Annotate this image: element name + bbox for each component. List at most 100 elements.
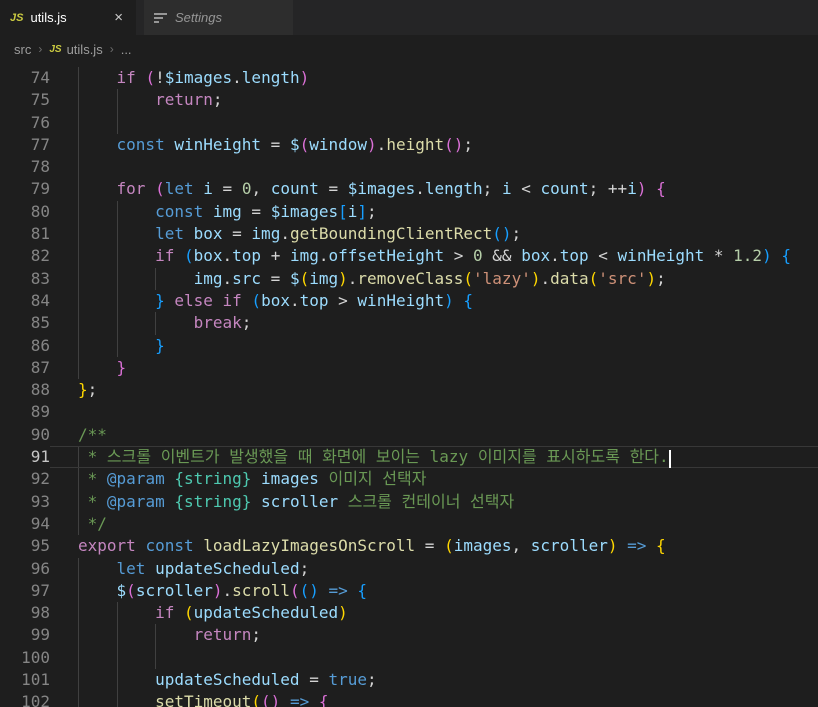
code-token: $ — [290, 135, 300, 154]
code-line[interactable]: 78 — [0, 156, 818, 178]
line-number[interactable]: 83 — [0, 268, 50, 290]
code-line-content: const img = $images[i]; — [50, 201, 818, 223]
indent-guide — [78, 156, 79, 178]
breadcrumb-item-symbol-more[interactable]: ... — [121, 42, 132, 57]
line-number[interactable]: 76 — [0, 112, 50, 134]
line-number[interactable]: 99 — [0, 624, 50, 646]
code-line[interactable]: 101 updateScheduled = true; — [0, 669, 818, 691]
code-token: = — [261, 135, 290, 154]
line-number[interactable]: 90 — [0, 424, 50, 446]
code-editor[interactable]: 74 if (!$images.length)75 return;7677 co… — [0, 63, 818, 707]
code-token: ( — [589, 269, 599, 288]
line-number[interactable]: 74 — [0, 67, 50, 89]
indent-guide — [78, 290, 79, 312]
tab-title: Settings — [175, 10, 222, 25]
tab-close-icon[interactable]: × — [111, 8, 126, 27]
tab-utils-js[interactable]: JS utils.js × — [0, 0, 136, 35]
line-number[interactable]: 78 — [0, 156, 50, 178]
code-line[interactable]: 87 } — [0, 357, 818, 379]
code-line-content: * 스크롤 이벤트가 발생했을 때 화면에 보이는 lazy 이미지를 표시하도… — [50, 446, 818, 468]
line-number[interactable]: 84 — [0, 290, 50, 312]
tab-divider — [136, 0, 144, 35]
code-token — [165, 135, 175, 154]
line-number[interactable]: 88 — [0, 379, 50, 401]
code-line[interactable]: 81 let box = img.getBoundingClientRect()… — [0, 223, 818, 245]
code-line[interactable]: 98 if (updateScheduled) — [0, 602, 818, 624]
code-token: scroll — [232, 581, 290, 600]
line-number[interactable]: 81 — [0, 223, 50, 245]
code-line[interactable]: 86 } — [0, 335, 818, 357]
indent-guide — [117, 268, 118, 290]
line-number[interactable]: 101 — [0, 669, 50, 691]
code-token: { — [319, 692, 329, 707]
code-line-content: }; — [50, 379, 818, 401]
line-number[interactable]: 79 — [0, 178, 50, 200]
code-token: img — [213, 202, 242, 221]
code-line[interactable]: 91 * 스크롤 이벤트가 발생했을 때 화면에 보이는 lazy 이미지를 표… — [0, 446, 818, 468]
line-number[interactable]: 102 — [0, 691, 50, 707]
code-line[interactable]: 99 return; — [0, 624, 818, 646]
code-line[interactable]: 90/** — [0, 424, 818, 446]
code-line[interactable]: 77 const winHeight = $(window).height(); — [0, 134, 818, 156]
code-line[interactable]: 89 — [0, 401, 818, 423]
code-token: img — [251, 224, 280, 243]
code-token — [309, 692, 319, 707]
code-line[interactable]: 82 if (box.top + img.offsetHeight > 0 &&… — [0, 245, 818, 267]
code-line[interactable]: 93 * @param {string} scroller 스크롤 컨테이너 선… — [0, 491, 818, 513]
code-line[interactable]: 75 return; — [0, 89, 818, 111]
code-line[interactable]: 102 setTimeout(() => { — [0, 691, 818, 707]
code-token: break — [194, 313, 242, 332]
code-token: ; — [88, 380, 98, 399]
code-line[interactable]: 85 break; — [0, 312, 818, 334]
code-line[interactable]: 76 — [0, 112, 818, 134]
line-number[interactable]: 85 — [0, 312, 50, 334]
code-token: ) — [271, 692, 281, 707]
code-line[interactable]: 97 $(scroller).scroll(() => { — [0, 580, 818, 602]
code-token — [203, 202, 213, 221]
code-line[interactable]: 84 } else if (box.top > winHeight) { — [0, 290, 818, 312]
code-token: if — [155, 246, 174, 265]
line-number[interactable]: 75 — [0, 89, 50, 111]
indent-guide — [78, 691, 79, 707]
code-token: ; — [367, 670, 377, 689]
code-line[interactable]: 95export const loadLazyImagesOnScroll = … — [0, 535, 818, 557]
line-number[interactable]: 97 — [0, 580, 50, 602]
code-token: ( — [261, 692, 271, 707]
line-number[interactable]: 98 — [0, 602, 50, 624]
line-number[interactable]: 77 — [0, 134, 50, 156]
breadcrumb-item-utils-js[interactable]: utils.js — [67, 42, 103, 57]
line-number[interactable]: 95 — [0, 535, 50, 557]
code-line[interactable]: 74 if (!$images.length) — [0, 67, 818, 89]
code-line-content: */ — [50, 513, 818, 535]
code-token — [194, 536, 204, 555]
code-line[interactable]: 96 let updateScheduled; — [0, 558, 818, 580]
code-line[interactable]: 79 for (let i = 0, count = $images.lengt… — [0, 178, 818, 200]
code-token: ; — [242, 313, 252, 332]
code-line[interactable]: 92 * @param {string} images 이미지 선택자 — [0, 468, 818, 490]
code-token — [194, 179, 204, 198]
line-number[interactable]: 100 — [0, 647, 50, 669]
code-token — [174, 603, 184, 622]
code-token — [184, 224, 194, 243]
line-number[interactable]: 92 — [0, 468, 50, 490]
code-token: + — [261, 246, 290, 265]
code-line[interactable]: 88}; — [0, 379, 818, 401]
line-number[interactable]: 82 — [0, 245, 50, 267]
line-number[interactable]: 94 — [0, 513, 50, 535]
code-line[interactable]: 80 const img = $images[i]; — [0, 201, 818, 223]
line-number[interactable]: 93 — [0, 491, 50, 513]
breadcrumb-item-src[interactable]: src — [14, 42, 31, 57]
code-token: offsetHeight — [329, 246, 445, 265]
code-token: ( — [300, 269, 310, 288]
code-line[interactable]: 100 — [0, 647, 818, 669]
code-token: ) — [300, 68, 310, 87]
code-line[interactable]: 94 */ — [0, 513, 818, 535]
line-number[interactable]: 96 — [0, 558, 50, 580]
line-number[interactable]: 89 — [0, 401, 50, 423]
line-number[interactable]: 86 — [0, 335, 50, 357]
tab-settings[interactable]: Settings — [144, 0, 293, 35]
line-number[interactable]: 80 — [0, 201, 50, 223]
code-line[interactable]: 83 img.src = $(img).removeClass('lazy').… — [0, 268, 818, 290]
line-number[interactable]: 87 — [0, 357, 50, 379]
line-number[interactable]: 91 — [0, 446, 50, 468]
